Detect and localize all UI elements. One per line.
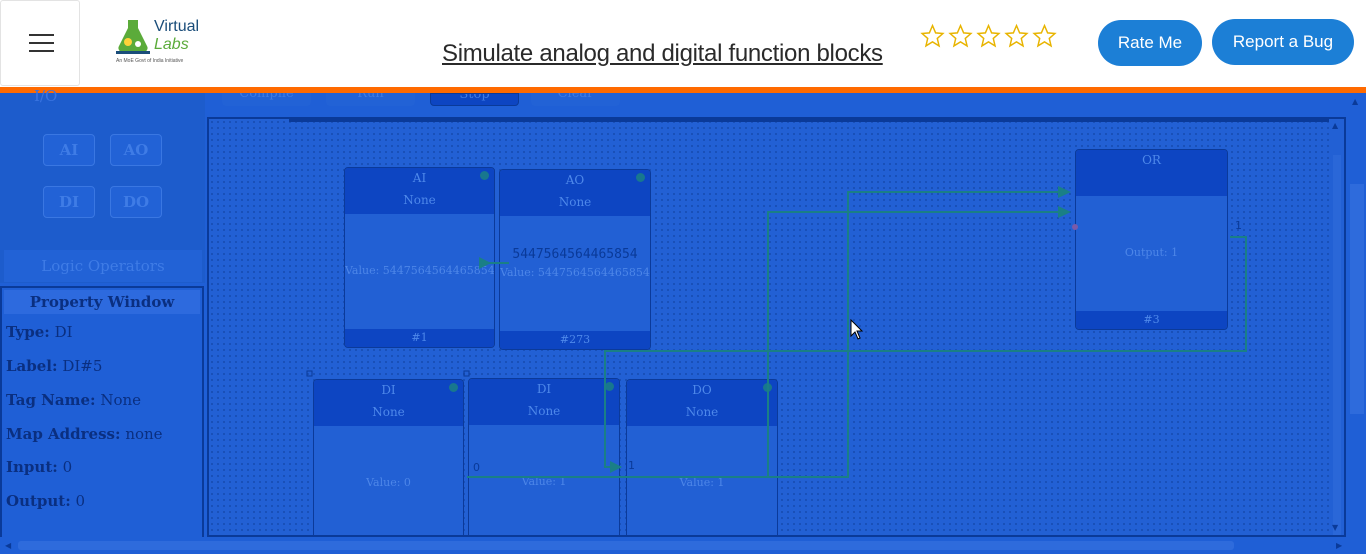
site-header: Virtual Labs An MoE Govt of India Initia… (0, 0, 1366, 87)
simulator-app: I/O AI AO DI DO Logic Operators Property… (0, 87, 1366, 554)
wire-or-do (604, 236, 1247, 468)
io-palette: I/O AI AO DI DO Logic Operators (0, 87, 205, 283)
compile-button[interactable]: Compile (222, 93, 311, 106)
scrollbar-thumb[interactable] (18, 541, 1234, 550)
horizontal-scrollbar[interactable]: ◀ ▶ (0, 537, 1366, 554)
canvas-vertical-scrollbar[interactable]: ▲ ▼ (1330, 119, 1342, 535)
report-bug-button[interactable]: Report a Bug (1212, 19, 1354, 65)
wire-di-or-b (620, 211, 1069, 478)
connection-wires: 1 0 1 (306, 186, 1247, 478)
star-icon[interactable] (1032, 22, 1057, 50)
scroll-up-icon[interactable]: ▲ (1332, 121, 1338, 130)
logo-text-virtual: Virtual (154, 18, 200, 35)
clear-button[interactable]: Clear (531, 93, 620, 106)
rate-me-button[interactable]: Rate Me (1098, 20, 1202, 66)
prop-output: Output: 0 (6, 492, 86, 510)
prop-label: Label: DI#5 (6, 357, 103, 375)
scroll-up-icon[interactable]: ▲ (1352, 97, 1358, 106)
virtual-labs-logo[interactable]: Virtual Labs An MoE Govt of India Initia… (110, 16, 202, 68)
logo-text-labs: Labs (154, 36, 189, 53)
hamburger-menu-button[interactable] (0, 0, 80, 86)
ai-block-button[interactable]: AI (43, 134, 95, 166)
prop-tag-name: Tag Name: None (6, 391, 142, 409)
prop-map-address: Map Address: none (6, 425, 163, 443)
io-section-label: I/O (34, 87, 58, 105)
menu-icon (29, 42, 54, 44)
star-icon[interactable] (1004, 22, 1029, 50)
page-vertical-scrollbar[interactable]: ▲ (1348, 93, 1366, 537)
arrow-icon (1058, 186, 1071, 198)
run-button[interactable]: Run (326, 93, 415, 106)
prop-input: Input: 0 (6, 458, 73, 476)
simulation-canvas[interactable]: AI None Value: 5447564564465854 #1 AO No… (207, 117, 1346, 537)
do-port-label: 1 (628, 459, 635, 472)
input-port (1072, 224, 1078, 230)
scrollbar-thumb[interactable] (1350, 184, 1364, 414)
arrow-icon (479, 257, 491, 269)
di-port-label: 0 (473, 461, 480, 474)
rating-stars (920, 22, 1057, 50)
di-block-button[interactable]: DI (43, 186, 95, 218)
scroll-down-icon[interactable]: ▼ (1332, 523, 1338, 532)
star-icon[interactable] (920, 22, 945, 50)
resize-handle (463, 370, 470, 377)
property-window-title: Property Window (4, 290, 200, 314)
mouse-cursor-icon (850, 319, 864, 340)
menu-icon (29, 50, 54, 52)
star-icon[interactable] (948, 22, 973, 50)
menu-icon (29, 34, 54, 36)
star-icon[interactable] (976, 22, 1001, 50)
logic-operators-button[interactable]: Logic Operators (4, 250, 202, 282)
prop-type: Type: DI (6, 323, 73, 341)
scroll-left-icon[interactable]: ◀ (5, 541, 11, 550)
arrow-icon (610, 461, 622, 473)
property-window: Property Window Type: DI Label: DI#5 Tag… (0, 286, 204, 554)
page-title[interactable]: Simulate analog and digital function blo… (442, 40, 883, 68)
logo-tagline: An MoE Govt of India Initiative (116, 58, 184, 64)
arrow-icon (1058, 206, 1071, 218)
do-block-button[interactable]: DO (110, 186, 162, 218)
or-port-label: 1 (1235, 219, 1242, 232)
stop-button[interactable]: Stop (430, 93, 519, 106)
flask-logo-icon (116, 20, 150, 54)
resize-handle (306, 370, 313, 377)
ao-block-button[interactable]: AO (110, 134, 162, 166)
scroll-right-icon[interactable]: ▶ (1336, 541, 1342, 550)
